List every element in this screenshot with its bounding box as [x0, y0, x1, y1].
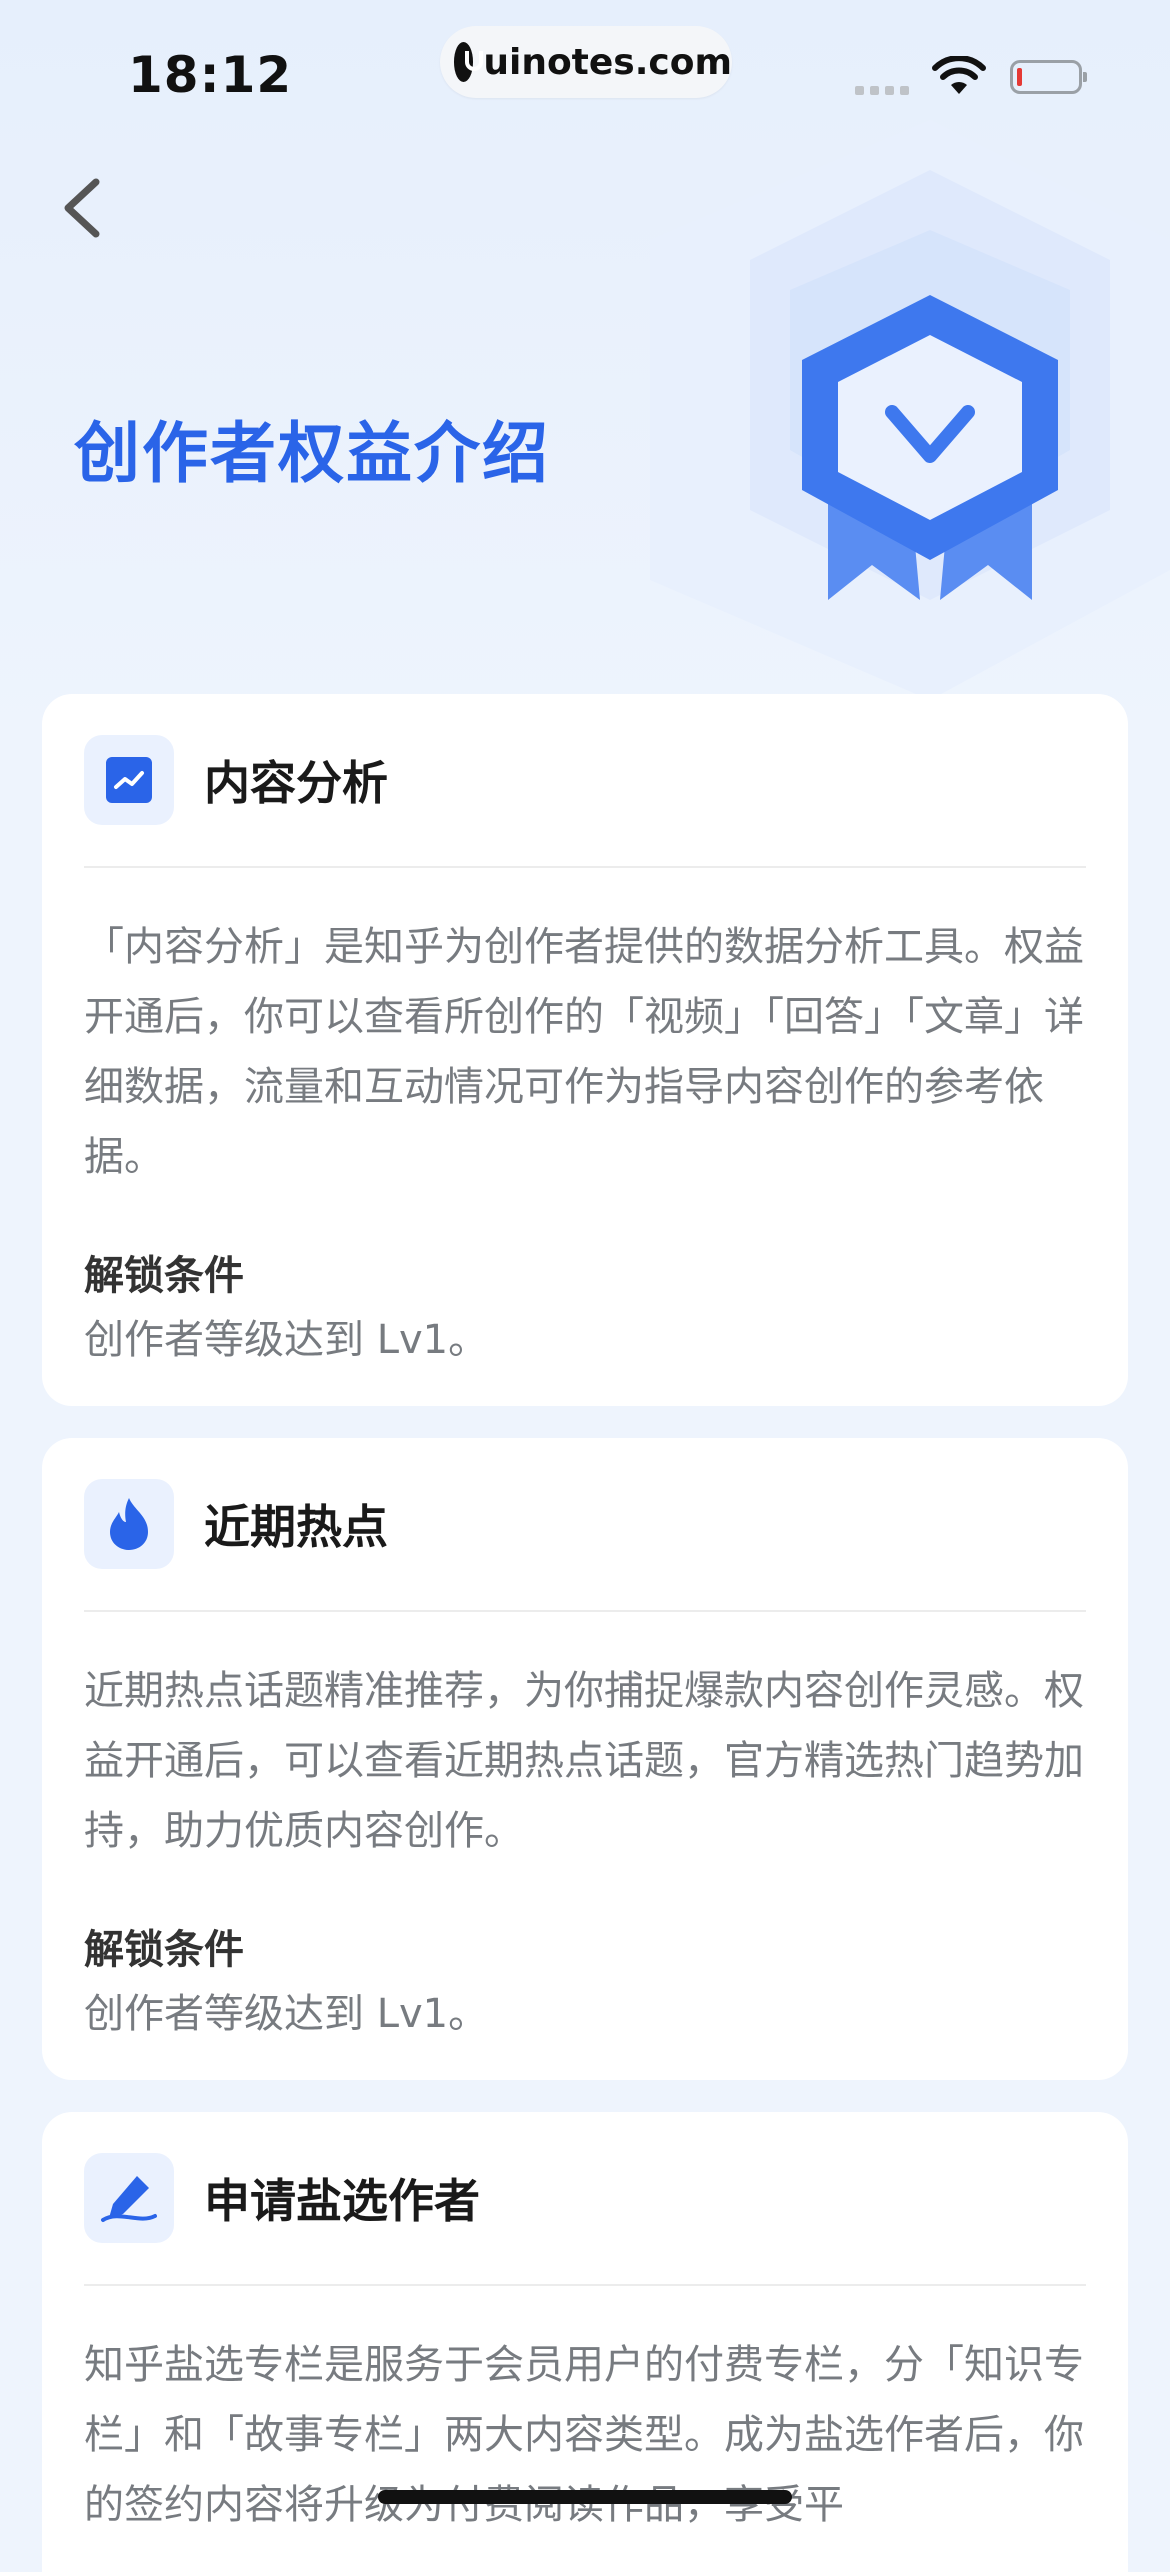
card-title: 申请盐选作者 — [204, 2174, 480, 2228]
pen-icon — [84, 2153, 174, 2243]
unlock-condition-label: 解锁条件 — [84, 1253, 244, 1299]
unlock-condition-text: 创作者等级达到 Lv1。 — [84, 1991, 489, 2037]
benefit-card-content-analysis[interactable]: 内容分析 「内容分析」是知乎为创作者提供的数据分析工具。权益开通后，你可以查看所… — [42, 694, 1128, 1406]
benefit-card-hot-topics[interactable]: 近期热点 近期热点话题精准推荐，为你捕捉爆款内容创作灵感。权益开通后，可以查看近… — [42, 1438, 1128, 2080]
card-header: 近期热点 — [84, 1438, 1086, 1612]
flame-icon — [84, 1479, 174, 1569]
card-header: 内容分析 — [84, 694, 1086, 868]
cellular-signal-icon — [855, 86, 909, 95]
card-description: 「内容分析」是知乎为创作者提供的数据分析工具。权益开通后，你可以查看所创作的「视… — [84, 924, 1084, 1180]
battery-icon — [1010, 60, 1087, 94]
url-text: uinotes.com — [483, 41, 732, 83]
url-pill[interactable]: uinotes.com — [440, 26, 732, 98]
page-title: 创作者权益介绍 — [74, 415, 550, 492]
unlock-condition-label: 解锁条件 — [84, 1927, 244, 1973]
badge-v-medal-icon — [610, 110, 1170, 710]
card-title: 内容分析 — [204, 756, 388, 810]
trend-chart-icon — [84, 735, 174, 825]
back-button[interactable] — [54, 168, 114, 248]
chevron-left-icon — [64, 178, 100, 238]
card-header: 申请盐选作者 — [84, 2112, 1086, 2286]
card-description: 近期热点话题精准推荐，为你捕捉爆款内容创作灵感。权益开通后，可以查看近期热点话题… — [84, 1668, 1084, 1854]
status-time: 18:12 — [128, 46, 293, 104]
home-indicator[interactable] — [378, 2490, 792, 2504]
unlock-condition-text: 创作者等级达到 Lv1。 — [84, 1317, 489, 1363]
card-title: 近期热点 — [204, 1500, 388, 1554]
site-logo-icon — [454, 42, 484, 82]
wifi-icon — [932, 55, 986, 100]
